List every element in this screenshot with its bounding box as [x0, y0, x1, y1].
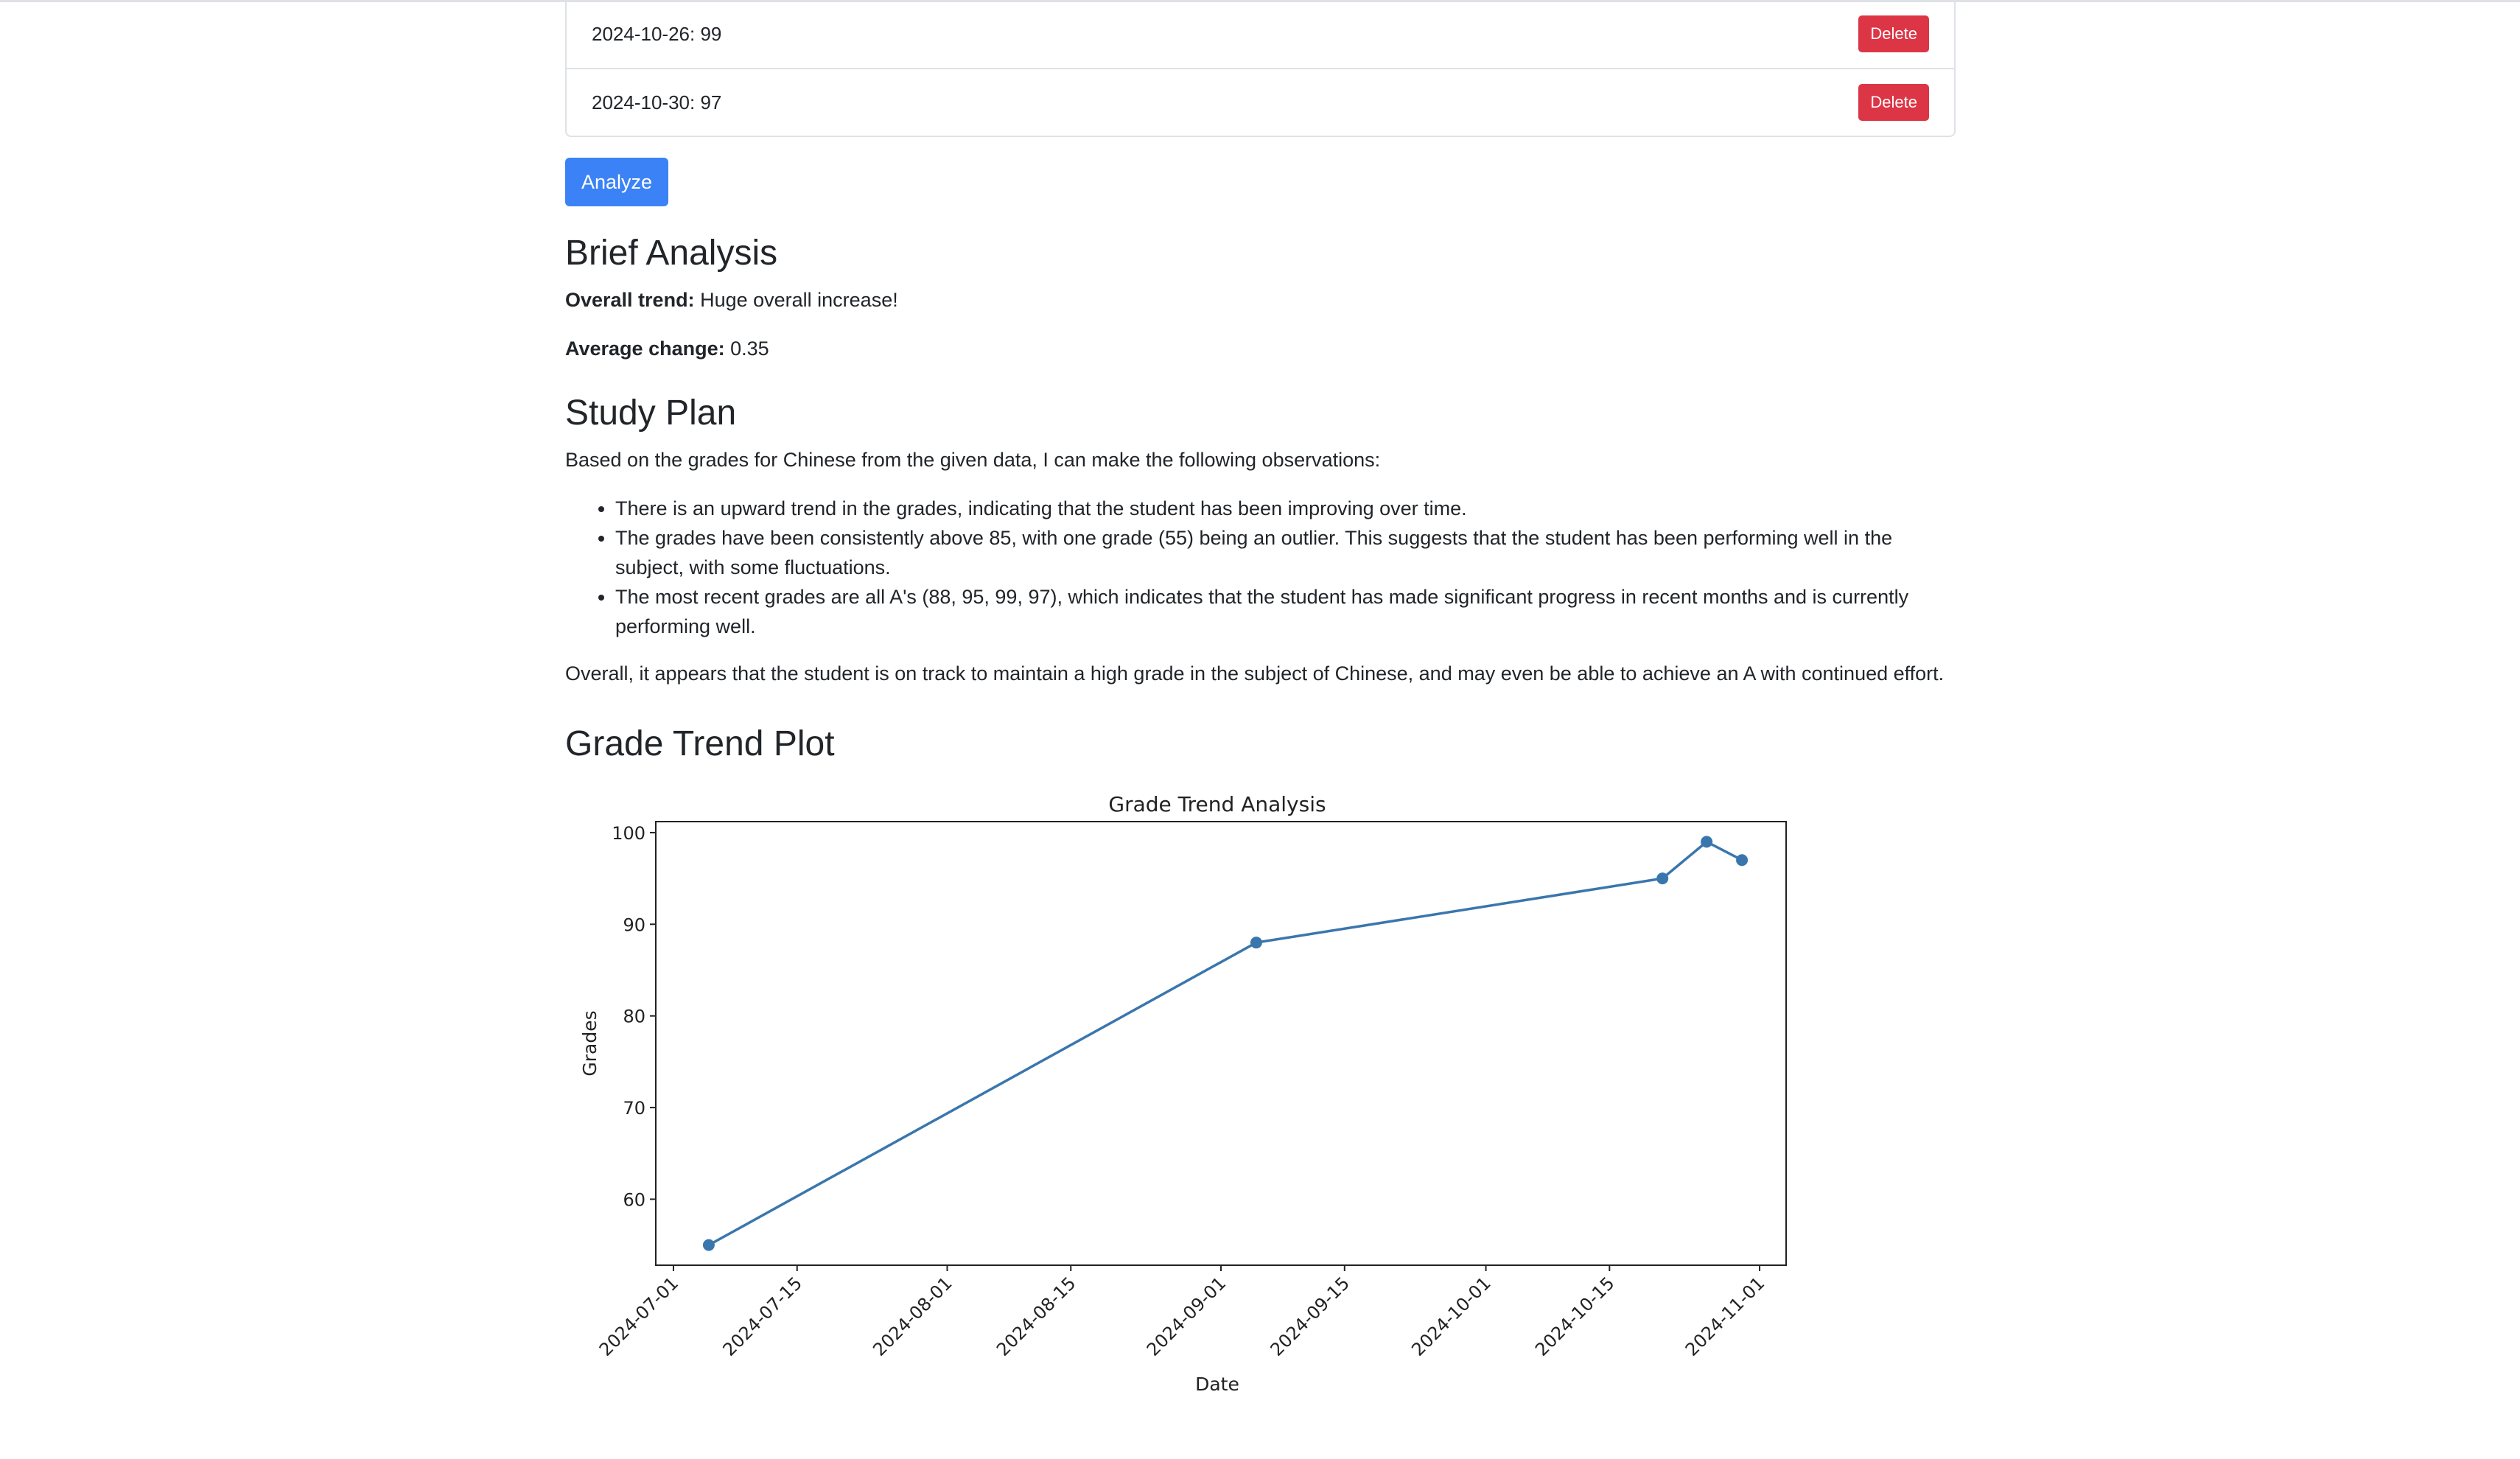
grade-trend-chart: Grade Trend Analysis 60 70 80 90 100 2024-07-… — [579, 792, 1787, 1395]
overall-trend: Overall trend: Huge overall increase! — [565, 285, 1956, 315]
x-tick-label: 2024-08-01 — [869, 1273, 956, 1360]
main-container: 2024-10-26: 99 Delete 2024-10-30: 97 Del… — [565, 0, 1956, 1409]
study-plan-section: Study Plan Based on the grades for Chine… — [565, 393, 1956, 688]
grade-entry-text: 2024-10-30: 97 — [592, 91, 722, 113]
grade-trend-plot-section: Grade Trend Plot Grade Trend Analysis 60… — [565, 724, 1956, 1409]
chart-title: Grade Trend Analysis — [1108, 794, 1326, 816]
study-plan-conclusion: Overall, it appears that the student is … — [565, 662, 1945, 685]
delete-button[interactable]: Delete — [1858, 84, 1929, 121]
x-tick-label: 2024-10-01 — [1407, 1273, 1494, 1360]
average-change-value: 0.35 — [730, 337, 769, 360]
y-tick-label: 100 — [612, 823, 645, 844]
grade-entry-text: 2024-10-26: 99 — [592, 22, 722, 45]
y-tick-label: 80 — [623, 1007, 645, 1027]
list-item: 2024-10-30: 97 Delete — [567, 68, 1954, 136]
overall-trend-label: Overall trend: — [565, 289, 695, 311]
list-item: The grades have been consistently above … — [615, 523, 1956, 582]
x-tick-label: 2024-07-15 — [719, 1273, 806, 1360]
brief-analysis-heading: Brief Analysis — [565, 234, 778, 273]
list-item: 2024-10-26: 99 Delete — [567, 0, 1954, 68]
x-tick-label: 2024-08-15 — [993, 1273, 1079, 1360]
x-tick-label: 2024-07-01 — [595, 1273, 682, 1360]
data-point — [1701, 836, 1713, 848]
plot-frame — [655, 821, 1787, 1266]
data-point — [1656, 872, 1669, 885]
brief-analysis-section: Brief Analysis Overall trend: Huge overa… — [565, 233, 1956, 363]
x-tick-label: 2024-11-01 — [1681, 1273, 1768, 1360]
grade-series-line — [708, 840, 1743, 1247]
average-change: Average change: 0.35 — [565, 334, 1956, 363]
delete-button[interactable]: Delete — [1858, 15, 1929, 52]
x-tick-label: 2024-09-01 — [1143, 1273, 1230, 1360]
grade-trend-plot-heading: Grade Trend Plot — [565, 724, 835, 763]
data-point — [1250, 937, 1262, 949]
data-point — [1736, 854, 1749, 867]
y-tick-label: 70 — [623, 1098, 645, 1119]
overall-trend-value: Huge overall increase! — [700, 289, 898, 311]
x-axis-label: Date — [1195, 1374, 1239, 1395]
grades-list: 2024-10-26: 99 Delete 2024-10-30: 97 Del… — [565, 0, 1956, 137]
observations-list: There is an upward trend in the grades, … — [565, 494, 1956, 641]
x-tick-label: 2024-10-15 — [1531, 1273, 1618, 1360]
y-tick-label: 60 — [623, 1189, 645, 1210]
analyze-button[interactable]: Analyze — [565, 158, 669, 206]
study-plan-intro: Based on the grades for Chinese from the… — [565, 449, 1381, 471]
y-tick-label: 90 — [623, 914, 645, 935]
list-item: The most recent grades are all A's (88, … — [615, 582, 1956, 641]
x-tick-label: 2024-09-15 — [1267, 1273, 1354, 1360]
y-axis-label: Grades — [579, 1010, 601, 1076]
data-point — [702, 1239, 715, 1251]
average-change-label: Average change: — [565, 337, 725, 360]
study-plan-heading: Study Plan — [565, 393, 737, 433]
list-item: There is an upward trend in the grades, … — [615, 494, 1956, 523]
